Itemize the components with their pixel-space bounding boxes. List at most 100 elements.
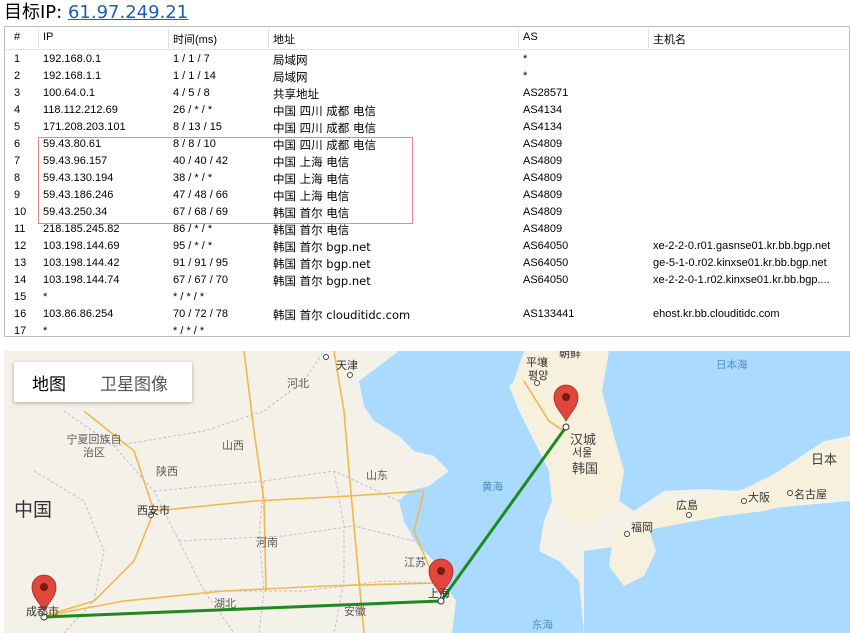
- table-row[interactable]: 11 218.185.245.82 86 / * / * 韩国 首尔 电信 AS4809: [5, 221, 849, 238]
- hop-asn: AS4134: [523, 121, 563, 133]
- hop-ip: 59.43.130.194: [43, 172, 114, 184]
- hop-ip: 59.43.80.61: [43, 138, 102, 150]
- column-header-number[interactable]: #: [14, 31, 20, 43]
- hop-ip: 103.198.144.42: [43, 257, 120, 269]
- label-shanxi: 山西: [222, 439, 244, 452]
- hop-number: 8: [14, 172, 21, 184]
- hop-ip: 192.168.0.1: [43, 53, 102, 65]
- column-header-time[interactable]: 时间(ms): [173, 31, 217, 47]
- label-north-korea: 朝鲜: [559, 351, 581, 360]
- hop-location: 韩国 首尔 电信: [273, 206, 350, 220]
- hop-location: 韩国 首尔 bgp.net: [273, 257, 371, 271]
- hop-number: 5: [14, 121, 21, 133]
- hop-location: 中国 四川 成都 电信: [273, 104, 376, 118]
- hop-ip: 192.168.1.1: [43, 70, 102, 82]
- hop-location: 韩国 首尔 电信: [273, 223, 350, 237]
- table-row[interactable]: 10 59.43.250.34 67 / 68 / 69 韩国 首尔 电信 AS4809: [5, 204, 849, 221]
- hop-asn: AS4809: [523, 155, 563, 167]
- hop-location: 局域网: [273, 53, 308, 67]
- column-header-ip[interactable]: IP: [43, 31, 53, 43]
- table-row[interactable]: 8 59.43.130.194 38 / * / * 中国 上海 电信 AS4809: [5, 170, 849, 187]
- label-anhui: 安徽: [344, 605, 366, 618]
- hop-hostname: xe-2-2-0.r01.gasnse01.kr.bb.bgp.net: [653, 240, 831, 252]
- label-jiangsu: 江苏: [404, 556, 426, 569]
- hop-asn: AS4809: [523, 223, 563, 235]
- table-header: # IP 时间(ms) 地址 AS 主机名: [5, 27, 849, 50]
- hop-number: 4: [14, 104, 21, 116]
- hop-asn: AS4809: [523, 206, 563, 218]
- hop-location: 中国 四川 成都 电信: [273, 121, 376, 135]
- table-row[interactable]: 14 103.198.144.74 67 / 67 / 70 韩国 首尔 bgp.ne…: [5, 272, 849, 289]
- hop-latency: * / * / *: [173, 325, 205, 337]
- hop-latency: 47 / 48 / 66: [173, 189, 229, 201]
- column-header-as[interactable]: AS: [523, 31, 538, 43]
- hop-latency: 8 / 13 / 15: [173, 121, 222, 133]
- table-row[interactable]: 7 59.43.96.157 40 / 40 / 42 中国 上海 电信 AS4809: [5, 153, 849, 170]
- table-row[interactable]: 2 192.168.1.1 1 / 1 / 14 局域网 *: [5, 68, 849, 85]
- hop-asn: *: [523, 70, 528, 82]
- table-row[interactable]: 3 100.64.0.1 4 / 5 / 8 共享地址 AS28571: [5, 85, 849, 102]
- table-row[interactable]: 9 59.43.186.246 47 / 48 / 66 中国 上海 电信 AS4809: [5, 187, 849, 204]
- label-shandong: 山东: [366, 469, 388, 482]
- table-row[interactable]: 13 103.198.144.42 91 / 91 / 95 韩国 首尔 bgp.ne…: [5, 255, 849, 272]
- route-map[interactable]: 地图 卫星图像 天津 河北 平壤 朝鲜 평양 日本海 宁夏回族自治区 山西 陕西…: [4, 351, 850, 633]
- hop-ip: 59.43.186.246: [43, 189, 114, 201]
- hop-asn: AS64050: [523, 240, 569, 252]
- label-osaka: 大阪: [748, 491, 770, 504]
- column-divider[interactable]: [38, 29, 39, 48]
- label-yellow-sea: 黄海: [482, 481, 503, 493]
- hop-number: 7: [14, 155, 21, 167]
- hop-latency: 38 / * / *: [173, 172, 213, 184]
- traceroute-table: # IP 时间(ms) 地址 AS 主机名 1 192.168.0.1 1 / 1 …: [4, 26, 850, 337]
- hop-location: 中国 四川 成都 电信: [273, 138, 376, 152]
- column-divider[interactable]: [268, 29, 269, 48]
- hop-ip: 100.64.0.1: [43, 87, 95, 99]
- table-row[interactable]: 1 192.168.0.1 1 / 1 / 7 局域网 *: [5, 51, 849, 68]
- hop-number: 16: [14, 308, 27, 320]
- hop-asn: AS4134: [523, 104, 563, 116]
- hop-ip: *: [43, 325, 48, 337]
- hop-number: 9: [14, 189, 21, 201]
- hop-ip: 171.208.203.101: [43, 121, 126, 133]
- hop-location: 共享地址: [273, 87, 319, 101]
- column-divider[interactable]: [168, 29, 169, 48]
- table-row[interactable]: 6 59.43.80.61 8 / 8 / 10 中国 四川 成都 电信 AS4809: [5, 136, 849, 153]
- hop-latency: 86 / * / *: [173, 223, 213, 235]
- label-shanghai: 上海: [428, 587, 450, 600]
- hop-number: 17: [14, 325, 27, 337]
- label-japan: 日本: [811, 453, 838, 468]
- target-ip-link[interactable]: 61.97.249.21: [68, 2, 188, 23]
- label-henan: 河南: [256, 536, 278, 549]
- label-fukuoka: 福岡: [631, 521, 653, 534]
- hop-hostname: xe-2-2-0-1.r02.kinxse01.kr.bb.bgp....: [653, 274, 830, 286]
- satellite-tab[interactable]: 卫星图像: [66, 370, 168, 395]
- hop-number: 3: [14, 87, 21, 99]
- table-row[interactable]: 12 103.198.144.69 95 / * / * 韩国 首尔 bgp.net A…: [5, 238, 849, 255]
- hop-latency: 91 / 91 / 95: [173, 257, 229, 269]
- label-xian: 西安市: [137, 504, 170, 517]
- table-row[interactable]: 16 103.86.86.254 70 / 72 / 78 韩国 首尔 cloudit…: [5, 306, 849, 323]
- column-divider[interactable]: [518, 29, 519, 48]
- hop-asn: AS64050: [523, 274, 569, 286]
- map-tab[interactable]: 地图: [14, 370, 66, 395]
- column-divider[interactable]: [648, 29, 649, 48]
- column-header-location[interactable]: 地址: [273, 31, 295, 47]
- table-row[interactable]: 17 * * / * / *: [5, 323, 849, 337]
- hop-latency: 1 / 1 / 7: [173, 53, 210, 65]
- label-china: 中国: [14, 499, 53, 521]
- table-row[interactable]: 4 118.112.212.69 26 / * / * 中国 四川 成都 电信 AS41…: [5, 102, 849, 119]
- hop-latency: 70 / 72 / 78: [173, 308, 229, 320]
- table-row[interactable]: 15 * * / * / *: [5, 289, 849, 306]
- hop-number: 2: [14, 70, 21, 82]
- table-row[interactable]: 5 171.208.203.101 8 / 13 / 15 中国 四川 成都 电信 AS…: [5, 119, 849, 136]
- hop-ip: 103.198.144.69: [43, 240, 120, 252]
- column-header-hostname[interactable]: 主机名: [653, 31, 686, 47]
- hop-latency: 95 / * / *: [173, 240, 213, 252]
- hop-location: 中国 上海 电信: [273, 155, 350, 169]
- hop-number: 14: [14, 274, 27, 286]
- hop-location: 韩国 首尔 bgp.net: [273, 240, 371, 254]
- hop-number: 13: [14, 257, 27, 269]
- hop-hostname: ge-5-1-0.r02.kinxse01.kr.bb.bgp.net: [653, 257, 827, 269]
- label-east-sea: 东海: [532, 619, 553, 631]
- hop-asn: AS4809: [523, 189, 563, 201]
